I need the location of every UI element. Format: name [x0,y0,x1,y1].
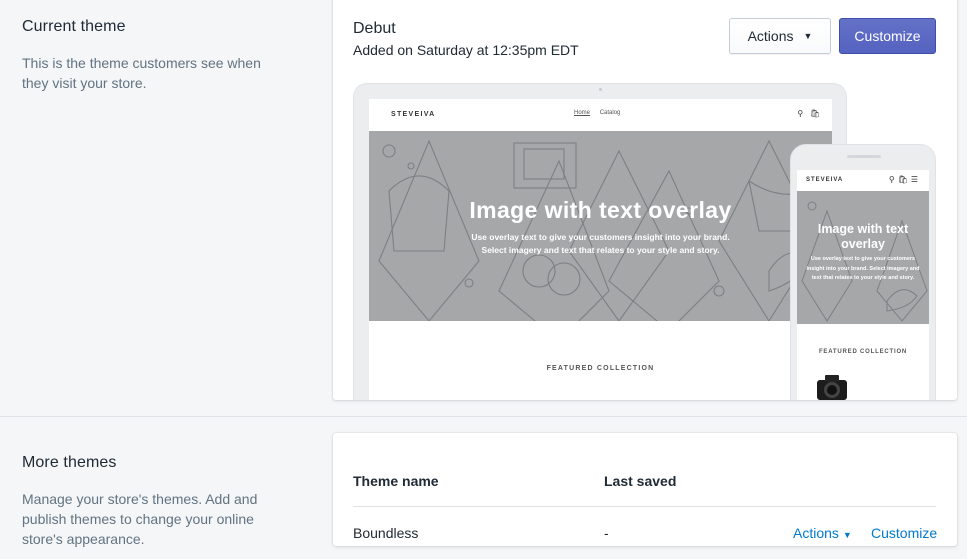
mobile-store-logo: STEVEIVA [806,177,844,183]
mobile-featured-label: FEATURED COLLECTION [818,349,908,355]
mobile-hero-title: Image with text overlay [817,222,909,251]
more-themes-heading: More themes [22,454,117,471]
preview-nav: Home Catalog [574,110,628,116]
customize-button-label: Customize [854,28,921,44]
camera-product-image [817,375,847,400]
current-theme-annotation: Current theme This is the theme customer… [22,17,282,93]
current-theme-heading: Current theme [22,18,126,35]
row-last-saved: - [604,525,609,541]
search-icon: ⚲ [888,175,898,184]
current-theme-card: Debut Added on Saturday at 12:35pm EDT A… [333,0,957,400]
actions-button-label: Actions [747,28,794,44]
mobile-preview: STEVEIVA ⚲🛍︎☰ Image with text overlay Us… [790,144,936,400]
menu-icon: ☰ [910,175,921,184]
current-theme-description: This is the theme customers see when the… [22,55,261,91]
preview-header-icons: ⚲ 🛍︎ [797,109,820,118]
column-header-theme-name: Theme name [353,473,439,489]
more-themes-annotation: More themes Manage your store's themes. … [22,453,282,549]
mobile-header-icons: ⚲🛍︎☰ [889,175,921,184]
theme-added-date: Added on Saturday at 12:35pm EDT [353,42,579,58]
preview-hero-subtitle-line1: Use overlay text to give your customers … [471,232,730,242]
row-actions-label: Actions [793,525,839,541]
laptop-camera-dot [599,88,602,91]
preview-featured-label: FEATURED COLLECTION [546,365,655,372]
preview-hero-subtitle-line2: Select imagery and text that relates to … [481,245,720,255]
phone-speaker [847,155,881,158]
table-divider [353,506,936,507]
preview-hero: Image with text overlay Use overlay text… [369,131,832,321]
theme-name: Debut [353,20,396,37]
caret-down-icon: ▼ [803,31,813,41]
current-theme-section: Current theme This is the theme customer… [0,0,967,416]
preview-hero-title: Image with text overlay [469,197,732,223]
desktop-screen: STEVEIVA Home Catalog ⚲ 🛍︎ Image with te… [369,99,832,400]
customize-button[interactable]: Customize [839,18,936,54]
actions-button[interactable]: Actions ▼ [729,18,831,54]
mobile-hero: Image with text overlay Use overlay text… [797,191,929,324]
bag-icon: 🛍︎ [809,109,820,118]
row-actions-link[interactable]: Actions ▼ [793,525,852,541]
row-customize-link[interactable]: Customize [871,525,937,541]
preview-header: STEVEIVA Home Catalog ⚲ 🛍︎ [369,99,832,131]
preview-store-logo: STEVEIVA [391,111,436,118]
row-theme-name: Boundless [353,525,419,541]
search-icon: ⚲ [797,109,804,118]
more-themes-description: Manage your store's themes. Add and publ… [22,491,258,547]
more-themes-section: More themes Manage your store's themes. … [0,417,967,559]
bag-icon: 🛍︎ [897,175,911,184]
caret-down-icon: ▼ [842,530,852,540]
desktop-preview: STEVEIVA Home Catalog ⚲ 🛍︎ Image with te… [353,83,847,400]
more-themes-card: Theme name Last saved Boundless - Action… [333,433,957,546]
mobile-hero-subtitle: Use overlay text to give your customers … [806,256,920,281]
preview-hero-subtitle: Use overlay text to give your customers … [429,231,772,257]
column-header-last-saved: Last saved [604,473,677,489]
mobile-screen: STEVEIVA ⚲🛍︎☰ Image with text overlay Us… [797,170,929,400]
preview-nav-catalog: Catalog [599,110,621,116]
hero-line-art [378,139,820,321]
preview-nav-home: Home [574,110,591,116]
